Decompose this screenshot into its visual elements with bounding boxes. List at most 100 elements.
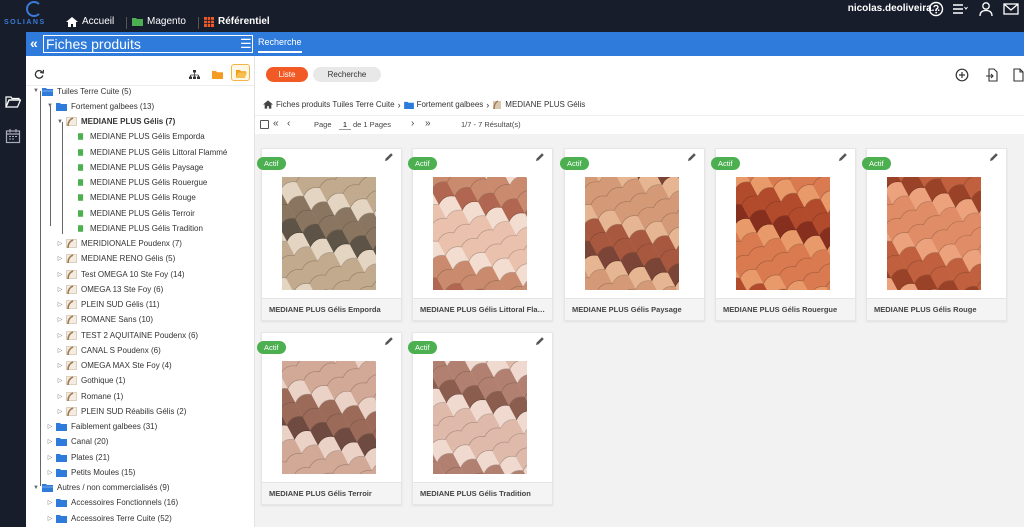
product-image[interactable] [282, 361, 376, 474]
expanded-caret-icon[interactable]: ▼ [32, 485, 40, 491]
collapsed-caret-icon[interactable]: ▷ [46, 438, 54, 445]
select-all-checkbox[interactable] [260, 120, 269, 129]
collapsed-caret-icon[interactable]: ▷ [56, 286, 64, 293]
product-name[interactable]: MEDIANE PLUS Gélis Rouergue [723, 305, 851, 314]
product-name[interactable]: MEDIANE PLUS Gélis Paysage [572, 305, 700, 314]
import-file-icon[interactable] [985, 68, 999, 82]
first-page-icon[interactable]: « [273, 118, 279, 129]
tab-recherche[interactable]: Recherche [258, 37, 302, 53]
tree-item[interactable]: ▷ OMEGA 13 Ste Foy (6) [56, 282, 163, 296]
tree-item[interactable]: MEDIANE PLUS Gélis Tradition [68, 221, 203, 235]
tree-item[interactable]: MEDIANE PLUS Gélis Terroir [68, 206, 195, 220]
tree-item[interactable]: ▷ Plates (21) [46, 450, 110, 464]
edit-pencil-icon[interactable] [838, 152, 848, 162]
tree-item[interactable]: MEDIANE PLUS Gélis Emporda [68, 130, 205, 144]
export-file-icon[interactable] [1012, 68, 1024, 82]
nav-accueil[interactable]: Accueil [66, 16, 114, 27]
page-number-input[interactable] [339, 119, 351, 130]
tree-item[interactable]: ▷ Accessoires Fonctionnels (16) [46, 496, 178, 510]
nav-magento[interactable]: Magento [132, 16, 186, 27]
mail-icon[interactable] [1003, 1, 1019, 17]
edit-pencil-icon[interactable] [384, 336, 394, 346]
collapsed-caret-icon[interactable]: ▷ [56, 393, 64, 400]
tree-item[interactable]: ▷ Canal (20) [46, 435, 108, 449]
collapsed-caret-icon[interactable]: ▷ [46, 454, 54, 461]
tree-item[interactable]: ▷ Faiblement galbees (31) [46, 420, 157, 434]
collapse-panel-icon[interactable]: « [30, 35, 38, 51]
nav-referentiel[interactable]: Référentiel [204, 16, 270, 27]
product-card[interactable]: Actif MEDIANE PLUS Gélis Emporda [257, 148, 402, 321]
breadcrumb-item-root[interactable]: Fiches produits Tuiles Terre Cuite [276, 100, 395, 109]
tree-item[interactable]: MEDIANE PLUS Gélis Rouergue [68, 176, 207, 190]
product-card[interactable]: Actif MEDIANE PLUS Gélis Tradition [408, 332, 553, 505]
collapsed-caret-icon[interactable]: ▷ [56, 377, 64, 384]
folder-open-icon[interactable] [5, 94, 21, 110]
product-name[interactable]: MEDIANE PLUS Gélis Emporda [269, 305, 397, 314]
collapsed-caret-icon[interactable]: ▷ [56, 271, 64, 278]
collapsed-caret-icon[interactable]: ▷ [56, 362, 64, 369]
calendar-icon[interactable] [5, 128, 21, 144]
edit-pencil-icon[interactable] [687, 152, 697, 162]
tree-item[interactable]: ▷ Accessoires Terre Cuite (52) [46, 511, 172, 525]
hierarchy-icon[interactable] [189, 70, 200, 79]
tree-item[interactable]: ▷ MERIDIONALE Poudenx (7) [56, 237, 182, 251]
product-card[interactable]: Actif MEDIANE PLUS Gélis Paysage [560, 148, 705, 321]
page-title-input[interactable] [43, 35, 253, 53]
breadcrumb-item-category[interactable]: Fortement galbees [417, 100, 484, 109]
recherche-button[interactable]: Recherche [313, 67, 381, 82]
product-card[interactable]: Actif MEDIANE PLUS Gélis Rouergue [711, 148, 856, 321]
edit-pencil-icon[interactable] [535, 336, 545, 346]
tree-item[interactable]: ▷ PLEIN SUD Réabilis Gélis (2) [56, 404, 186, 418]
tree-item[interactable]: ▷ Petits Moules (15) [46, 465, 135, 479]
collapsed-caret-icon[interactable]: ▷ [56, 240, 64, 247]
user-icon[interactable] [978, 1, 994, 17]
tree-item[interactable]: ▷ MEDIANE RENO Gélis (5) [56, 252, 175, 266]
collapsed-caret-icon[interactable]: ▷ [56, 255, 64, 262]
tree-item[interactable]: ▼ MEDIANE PLUS Gélis (7) [56, 115, 175, 129]
collapsed-caret-icon[interactable]: ▷ [56, 316, 64, 323]
collapsed-caret-icon[interactable]: ▷ [46, 515, 54, 522]
tree-item[interactable]: ▷ Romane (1) [56, 389, 123, 403]
product-image[interactable] [736, 177, 830, 290]
product-name[interactable]: MEDIANE PLUS Gélis Rouge [874, 305, 1002, 314]
product-card[interactable]: Actif MEDIANE PLUS Gélis Littoral Flammé [408, 148, 553, 321]
tree-item[interactable]: ▼ Autres / non commercialisés (9) [32, 481, 169, 495]
edit-pencil-icon[interactable] [989, 152, 999, 162]
collapsed-caret-icon[interactable]: ▷ [46, 423, 54, 430]
tree-item[interactable]: ▷ Test OMEGA 10 Ste Foy (14) [56, 267, 185, 281]
collapsed-caret-icon[interactable]: ▷ [56, 347, 64, 354]
collapsed-caret-icon[interactable]: ▷ [56, 408, 64, 415]
product-image[interactable] [433, 361, 527, 474]
collapsed-caret-icon[interactable]: ▷ [46, 469, 54, 476]
product-image[interactable] [887, 177, 981, 290]
hamburger-menu-icon[interactable]: ☰ [240, 36, 252, 52]
expanded-caret-icon[interactable]: ▼ [32, 88, 40, 94]
tree-item[interactable]: ▷ OMEGA MAX Ste Foy (4) [56, 359, 172, 373]
tree-item[interactable]: ▷ TEST 2 AQUITAINE Poudenx (6) [56, 328, 198, 342]
product-image[interactable] [433, 177, 527, 290]
next-page-icon[interactable]: › [411, 118, 414, 129]
product-name[interactable]: MEDIANE PLUS Gélis Littoral Flammé [420, 305, 548, 314]
product-name[interactable]: MEDIANE PLUS Gélis Tradition [420, 489, 548, 498]
tree-item[interactable]: MEDIANE PLUS Gélis Rouge [68, 191, 196, 205]
user-name[interactable]: nicolas.deoliveira... [848, 3, 940, 14]
brand-logo[interactable]: SOLIANS [4, 1, 60, 31]
tree-item[interactable]: ▼ Tuiles Terre Cuite (5) [32, 84, 131, 98]
tree-item[interactable]: MEDIANE PLUS Gélis Littoral Flammé [68, 145, 227, 159]
tree-item[interactable]: ▷ PLEIN SUD Gélis (11) [56, 298, 160, 312]
edit-pencil-icon[interactable] [535, 152, 545, 162]
collapsed-caret-icon[interactable]: ▷ [56, 332, 64, 339]
tree-item[interactable]: ▷ CANAL S Poudenx (6) [56, 343, 161, 357]
tree-item[interactable]: ▷ Gothique (1) [56, 374, 125, 388]
product-image[interactable] [585, 177, 679, 290]
open-folder-button[interactable] [231, 64, 250, 81]
tree-item[interactable]: ▷ ROMANE Sans (10) [56, 313, 153, 327]
product-card[interactable]: Actif MEDIANE PLUS Gélis Rouge [862, 148, 1007, 321]
last-page-icon[interactable]: » [425, 118, 431, 129]
liste-button[interactable]: Liste [266, 67, 308, 82]
edit-pencil-icon[interactable] [384, 152, 394, 162]
refresh-icon[interactable] [34, 69, 44, 79]
tree-item[interactable]: MEDIANE PLUS Gélis Paysage [68, 160, 203, 174]
collapsed-caret-icon[interactable]: ▷ [56, 301, 64, 308]
product-name[interactable]: MEDIANE PLUS Gélis Terroir [269, 489, 397, 498]
